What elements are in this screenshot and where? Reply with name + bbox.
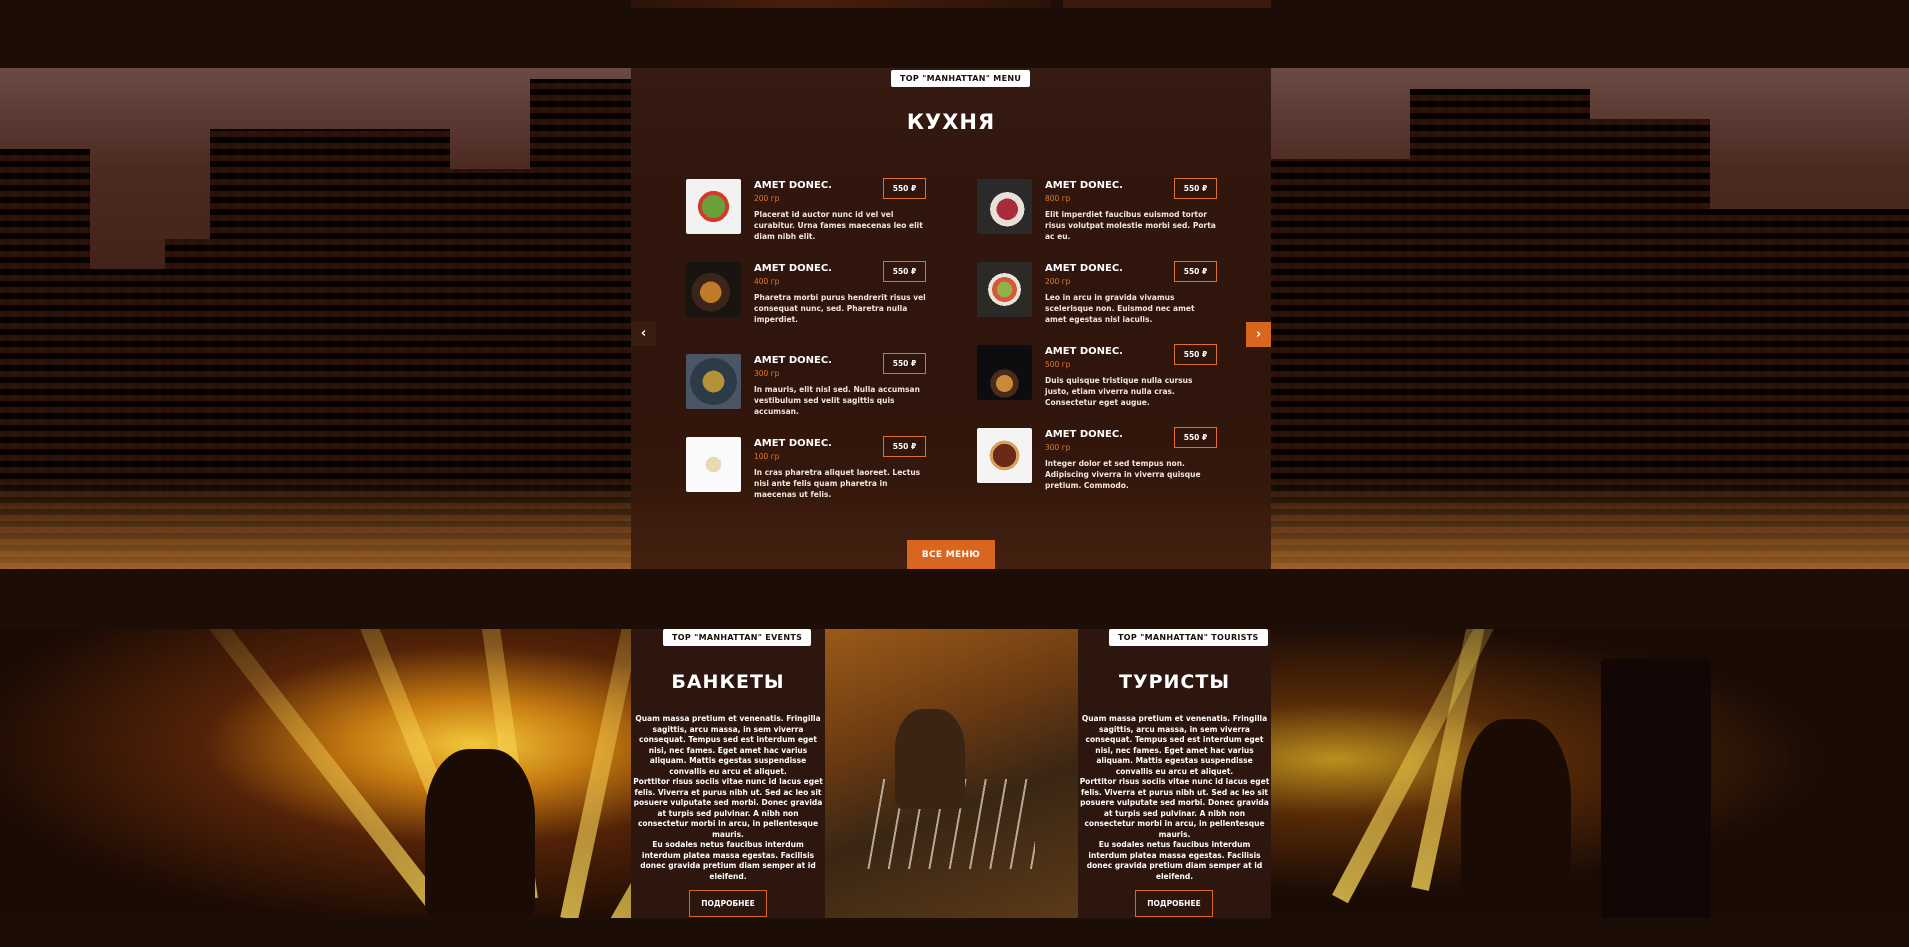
menu-item[interactable]: AMET DONEC. 300 гр Integer dolor et sed … [977,427,1217,498]
chevron-right-icon: › [1255,327,1262,342]
dish-weight: 200 гр [1045,277,1071,286]
carousel-prev-button[interactable]: ‹ [631,321,656,346]
tourists-paragraph-3: Eu sodales netus faucibus interdum inter… [1086,840,1263,881]
dish-name: AMET DONEC. [1045,263,1123,274]
dish-weight: 200 гр [754,194,780,203]
dish-price: 550 ₽ [883,436,926,457]
menu-title: КУХНЯ [906,110,996,134]
all-menu-button[interactable]: ВСЕ МЕНЮ [907,540,995,569]
dish-description: Pharetra morbi purus hendrerit risus vel… [754,293,926,324]
dish-image [977,179,1032,234]
dish-name: AMET DONEC. [754,180,832,191]
tourists-title: ТУРИСТЫ [1118,671,1231,693]
dish-image [977,262,1032,317]
dish-image [977,428,1032,483]
dish-description: Integer dolor et sed tempus non. Adipisc… [1045,459,1201,490]
menu-item[interactable]: AMET DONEC. 200 гр Placerat id auctor nu… [686,178,926,249]
dish-description: Duis quisque tristique nulla cursus just… [1045,376,1193,407]
dish-name: AMET DONEC. [754,438,832,449]
dish-price: 550 ₽ [883,178,926,199]
tourists-paragraph-1: Quam massa pretium et venenatis. Fringil… [1081,714,1268,776]
dish-name: AMET DONEC. [1045,429,1123,440]
tourists-paragraph-2: Porttitor risus sociis vitae nunc id lac… [1079,777,1270,839]
dish-description: Placerat id auctor nunc id vel vel curab… [754,210,923,241]
dish-name: AMET DONEC. [1045,180,1123,191]
bottom-strip [0,918,1909,947]
carousel-next-button[interactable]: › [1246,322,1271,347]
banquets-paragraph-3: Eu sodales netus faucibus interdum inter… [640,840,816,881]
menu-item[interactable]: AMET DONEC. 400 гр Pharetra morbi purus … [686,261,926,332]
banquets-paragraph-1: Quam massa pretium et venenatis. Fringil… [635,714,821,776]
tourists-section-tag: TOP "MANHATTAN" TOURISTS [1109,629,1268,646]
dish-name: AMET DONEC. [1045,346,1123,357]
dish-image [686,179,741,234]
chevron-left-icon: ‹ [640,326,647,341]
dish-description: Elit imperdiet faucibus euismod tortor r… [1045,210,1216,241]
banquets-section-tag: TOP "MANHATTAN" EVENTS [663,629,812,646]
dish-image [686,437,741,492]
menu-section-tag: TOP "MANHATTAN" MENU [891,70,1031,87]
foosball-photo-image [825,629,1078,918]
banquets-paragraph-2: Porttitor risus sociis vitae nunc id lac… [633,777,823,839]
dish-description: In cras pharetra aliquet laoreet. Lectus… [754,468,921,499]
menu-item[interactable]: AMET DONEC. 300 гр In mauris, elit nisl … [686,353,926,424]
menu-item[interactable]: AMET DONEC. 500 гр Duis quisque tristiqu… [977,344,1217,415]
menu-item[interactable]: AMET DONEC. 100 гр In cras pharetra aliq… [686,436,926,507]
dish-weight: 100 гр [754,452,780,461]
tourists-details-button[interactable]: ПОДРОБНЕЕ [1135,890,1213,917]
banquets-details-button[interactable]: ПОДРОБНЕЕ [689,890,767,917]
dish-price: 550 ₽ [1174,178,1217,199]
dish-weight: 300 гр [754,369,780,378]
dish-image [686,262,741,317]
dish-image [686,354,741,409]
dish-description: In mauris, elit nisl sed. Nulla accumsan… [754,385,920,416]
menu-item[interactable]: AMET DONEC. 800 гр Elit imperdiet faucib… [977,178,1217,249]
dish-weight: 400 гр [754,277,780,286]
dish-name: AMET DONEC. [754,263,832,274]
dish-description: Leo in arcu in gravida vivamus scelerisq… [1045,293,1195,324]
concert-guitarist-image [0,629,631,918]
dish-weight: 500 гр [1045,360,1071,369]
dish-price: 550 ₽ [1174,344,1217,365]
dish-name: AMET DONEC. [754,355,832,366]
dish-weight: 800 гр [1045,194,1071,203]
dish-image [977,345,1032,400]
top-strip [0,0,1909,68]
previous-section-card [1063,0,1271,8]
dish-price: 550 ₽ [1174,261,1217,282]
dish-price: 550 ₽ [1174,427,1217,448]
dish-weight: 300 гр [1045,443,1071,452]
menu-item[interactable]: AMET DONEC. 200 гр Leo in arcu in gravid… [977,261,1217,332]
banquets-title: БАНКЕТЫ [671,671,785,693]
dish-price: 550 ₽ [883,261,926,282]
concert-keyboardist-image [1271,629,1909,918]
previous-section-image [631,0,1051,8]
dish-price: 550 ₽ [883,353,926,374]
